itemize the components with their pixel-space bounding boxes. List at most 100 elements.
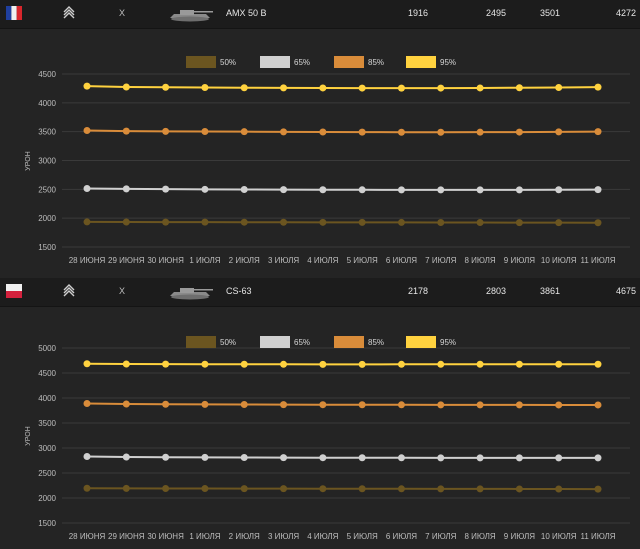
data-point bbox=[555, 485, 563, 493]
data-point bbox=[515, 128, 523, 136]
legend-swatch bbox=[260, 336, 290, 348]
data-point bbox=[201, 360, 209, 368]
data-point bbox=[280, 84, 288, 92]
data-point bbox=[594, 360, 602, 368]
data-point bbox=[280, 128, 288, 136]
x-tick-label: 7 ИЮЛЯ bbox=[425, 256, 456, 265]
data-point bbox=[397, 186, 405, 194]
data-point bbox=[162, 83, 170, 91]
x-tick-label: 11 ИЮЛЯ bbox=[580, 532, 615, 541]
data-point bbox=[555, 219, 563, 227]
data-point bbox=[83, 360, 91, 368]
data-point bbox=[594, 485, 602, 493]
data-point bbox=[555, 360, 563, 368]
poland-flag-icon bbox=[6, 284, 22, 298]
y-tick-label: 2500 bbox=[38, 185, 56, 194]
data-point bbox=[240, 84, 248, 92]
x-tick-label: 9 ИЮЛЯ bbox=[504, 256, 535, 265]
x-tick-label: 6 ИЮЛЯ bbox=[386, 256, 417, 265]
data-point bbox=[319, 360, 327, 368]
data-point bbox=[122, 127, 130, 135]
threshold-85-value: 3861 bbox=[539, 286, 560, 296]
y-axis-label: УРОН bbox=[25, 151, 32, 170]
legend-label: 85% bbox=[368, 58, 384, 67]
data-point bbox=[555, 454, 563, 462]
legend-swatch bbox=[334, 56, 364, 68]
y-tick-label: 4000 bbox=[38, 99, 56, 108]
data-point bbox=[515, 219, 523, 227]
data-point bbox=[319, 401, 327, 409]
tier-chevrons-icon bbox=[62, 6, 76, 20]
x-tick-label: 9 ИЮЛЯ bbox=[504, 532, 535, 541]
legend-swatch bbox=[406, 336, 436, 348]
x-tick-label: 4 ИЮЛЯ bbox=[307, 256, 338, 265]
legend-swatch bbox=[186, 336, 216, 348]
tank-icon bbox=[166, 5, 214, 23]
y-tick-label: 3000 bbox=[38, 157, 56, 166]
data-point bbox=[240, 454, 248, 461]
tank-name: CS-63 bbox=[226, 286, 252, 296]
x-tick-label: 8 ИЮЛЯ bbox=[464, 256, 495, 265]
data-point bbox=[83, 218, 91, 226]
threshold-95-value: 4675 bbox=[615, 286, 636, 296]
data-point bbox=[83, 82, 91, 90]
france-flag-icon bbox=[6, 6, 22, 20]
y-tick-label: 5000 bbox=[38, 344, 56, 353]
data-point bbox=[476, 454, 484, 462]
y-tick-label: 3500 bbox=[38, 419, 56, 428]
x-tick-label: 28 ИЮНЯ bbox=[69, 532, 106, 541]
data-point bbox=[201, 185, 209, 193]
x-tick-label: 2 ИЮЛЯ bbox=[229, 532, 260, 541]
data-point bbox=[162, 185, 170, 193]
data-point bbox=[358, 186, 366, 194]
damage-chart: 1500 2000 2500 3000 3500 4000 4500 5000 УРОН 28 И… bbox=[0, 306, 640, 549]
data-point bbox=[594, 128, 602, 136]
legend-label: 50% bbox=[220, 58, 236, 67]
damage-chart: 1500 2000 2500 3000 3500 4000 4500 УРОН 28 ИЮНЯ 2… bbox=[0, 28, 640, 273]
tank-icon bbox=[166, 283, 214, 301]
data-point bbox=[162, 360, 170, 368]
data-point bbox=[358, 218, 366, 226]
y-tick-label: 1500 bbox=[38, 243, 56, 252]
data-point bbox=[515, 84, 523, 92]
legend-label: 50% bbox=[220, 338, 236, 347]
x-tick-label: 29 ИЮНЯ bbox=[108, 532, 145, 541]
tank-panel: X AMX 50 B 1916 2495 3501 4272 1500 2000 2… bbox=[0, 0, 640, 275]
data-point bbox=[515, 454, 523, 462]
data-point bbox=[83, 453, 91, 460]
data-point bbox=[358, 84, 366, 92]
data-point bbox=[280, 485, 288, 493]
data-point bbox=[437, 360, 445, 368]
data-point bbox=[476, 84, 484, 92]
data-point bbox=[280, 454, 288, 462]
data-point bbox=[437, 218, 445, 226]
data-point bbox=[358, 454, 366, 462]
data-point bbox=[240, 218, 248, 226]
data-point bbox=[594, 219, 602, 227]
data-point bbox=[397, 84, 405, 92]
legend-swatch bbox=[260, 56, 290, 68]
data-point bbox=[358, 360, 366, 368]
data-point bbox=[122, 453, 130, 461]
x-tick-label: 5 ИЮЛЯ bbox=[347, 532, 378, 541]
data-point bbox=[397, 128, 405, 136]
legend-label: 65% bbox=[294, 58, 310, 67]
data-point bbox=[201, 453, 209, 461]
data-point bbox=[437, 84, 445, 92]
data-point bbox=[437, 128, 445, 136]
y-tick-label: 4500 bbox=[38, 70, 56, 79]
threshold-65-value: 2803 bbox=[485, 286, 506, 296]
data-point bbox=[280, 186, 288, 194]
y-tick-label: 2000 bbox=[38, 214, 56, 223]
data-point bbox=[476, 186, 484, 194]
data-point bbox=[201, 127, 209, 135]
x-tick-label: 30 ИЮНЯ bbox=[147, 532, 184, 541]
data-point bbox=[555, 128, 563, 136]
data-point bbox=[594, 83, 602, 91]
data-point bbox=[280, 401, 288, 409]
data-point bbox=[162, 218, 170, 226]
data-point bbox=[358, 485, 366, 493]
data-point bbox=[162, 400, 170, 408]
data-point bbox=[555, 83, 563, 91]
data-point bbox=[319, 186, 327, 194]
